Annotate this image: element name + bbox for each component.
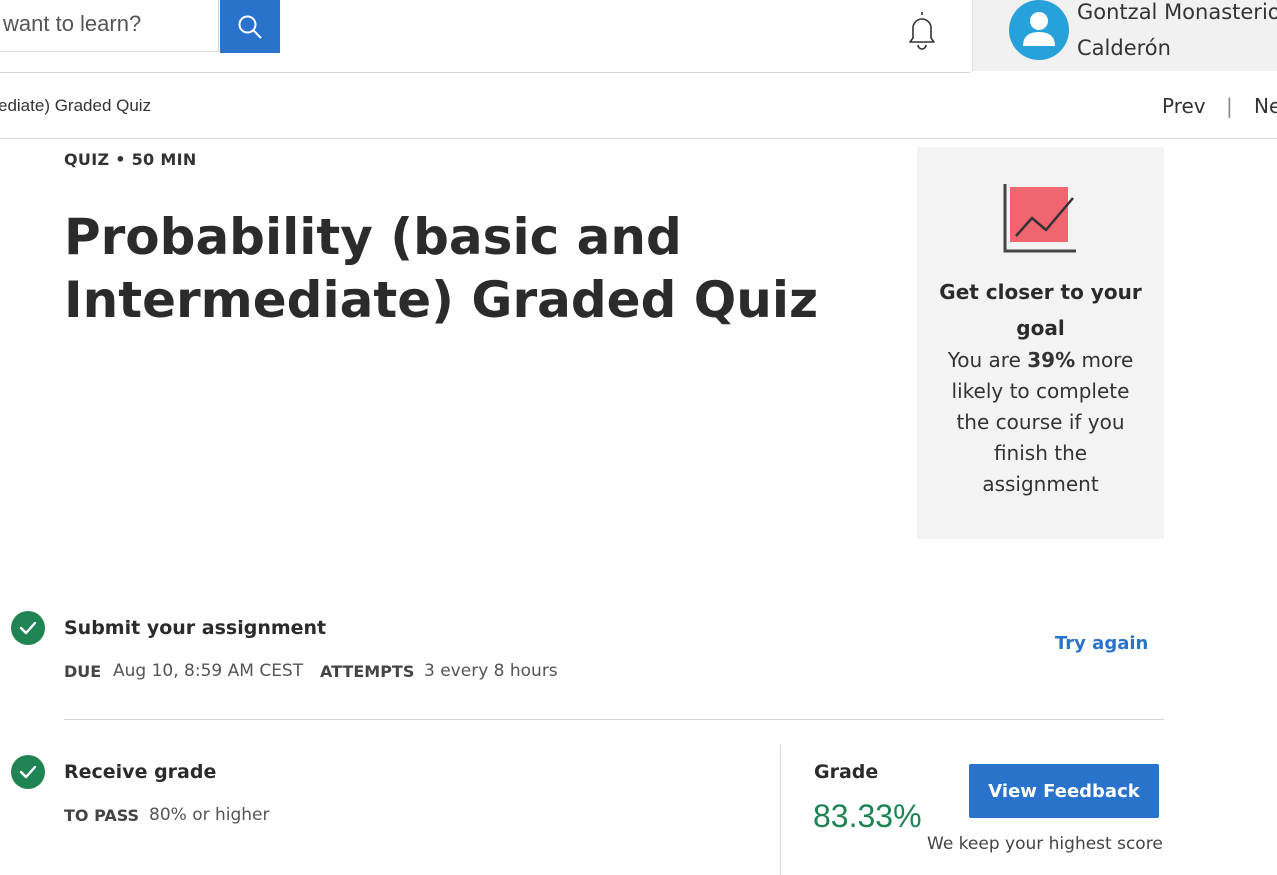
breadcrumb: ediate) Graded Quiz: [0, 96, 152, 115]
submit-step-title: Submit your assignment: [64, 617, 327, 639]
step-divider: [64, 719, 1164, 720]
grade-label: Grade: [814, 761, 879, 783]
search-button[interactable]: [220, 0, 280, 53]
grade-value: 83.33%: [813, 798, 922, 834]
attempts-label: ATTEMPTS: [320, 662, 415, 681]
goal-card-body: You are 39% more likely to complete the …: [935, 345, 1146, 500]
goal-card-heading: Get closer to your goal: [939, 280, 1142, 340]
goal-card-body-prefix: You are: [947, 348, 1028, 372]
user-name[interactable]: Gontzal Monasterio: [1077, 0, 1277, 24]
page-title: Probability (basic and Intermediate) Gra…: [64, 208, 819, 329]
user-avatar-icon: [1023, 12, 1055, 46]
check-icon: [19, 765, 37, 779]
bell-icon: [909, 12, 935, 50]
next-link[interactable]: Ne: [1254, 94, 1277, 118]
prev-link[interactable]: Prev: [1162, 94, 1206, 118]
highest-score-note: We keep your highest score: [927, 834, 1163, 854]
goal-card-percent: 39%: [1027, 348, 1076, 372]
due-label: DUE: [64, 662, 102, 681]
to-pass-value: 80% or higher: [149, 805, 270, 825]
try-again-link[interactable]: Try again: [1055, 633, 1148, 654]
notifications-button[interactable]: [900, 8, 944, 52]
quiz-meta: QUIZ • 50 MIN: [64, 150, 197, 169]
grade-complete-badge: [11, 755, 45, 789]
grade-divider: [780, 745, 781, 875]
submit-complete-badge: [11, 611, 45, 645]
search-placeholder[interactable]: want to learn?: [3, 11, 141, 37]
view-feedback-button[interactable]: View Feedback: [969, 764, 1159, 818]
nav-separator: |: [1226, 94, 1233, 118]
check-icon: [19, 621, 37, 635]
due-value: Aug 10, 8:59 AM CEST: [113, 661, 304, 681]
breadcrumb-divider: [0, 138, 1277, 139]
to-pass-label: TO PASS: [64, 806, 140, 825]
chart-goal-icon: [1002, 184, 1078, 254]
user-name-continued[interactable]: Calderón: [1077, 36, 1171, 60]
search-icon: [238, 15, 262, 39]
grade-step-title: Receive grade: [64, 761, 217, 783]
attempts-value: 3 every 8 hours: [424, 661, 558, 681]
header-divider: [0, 72, 970, 73]
avatar[interactable]: [1009, 0, 1069, 60]
